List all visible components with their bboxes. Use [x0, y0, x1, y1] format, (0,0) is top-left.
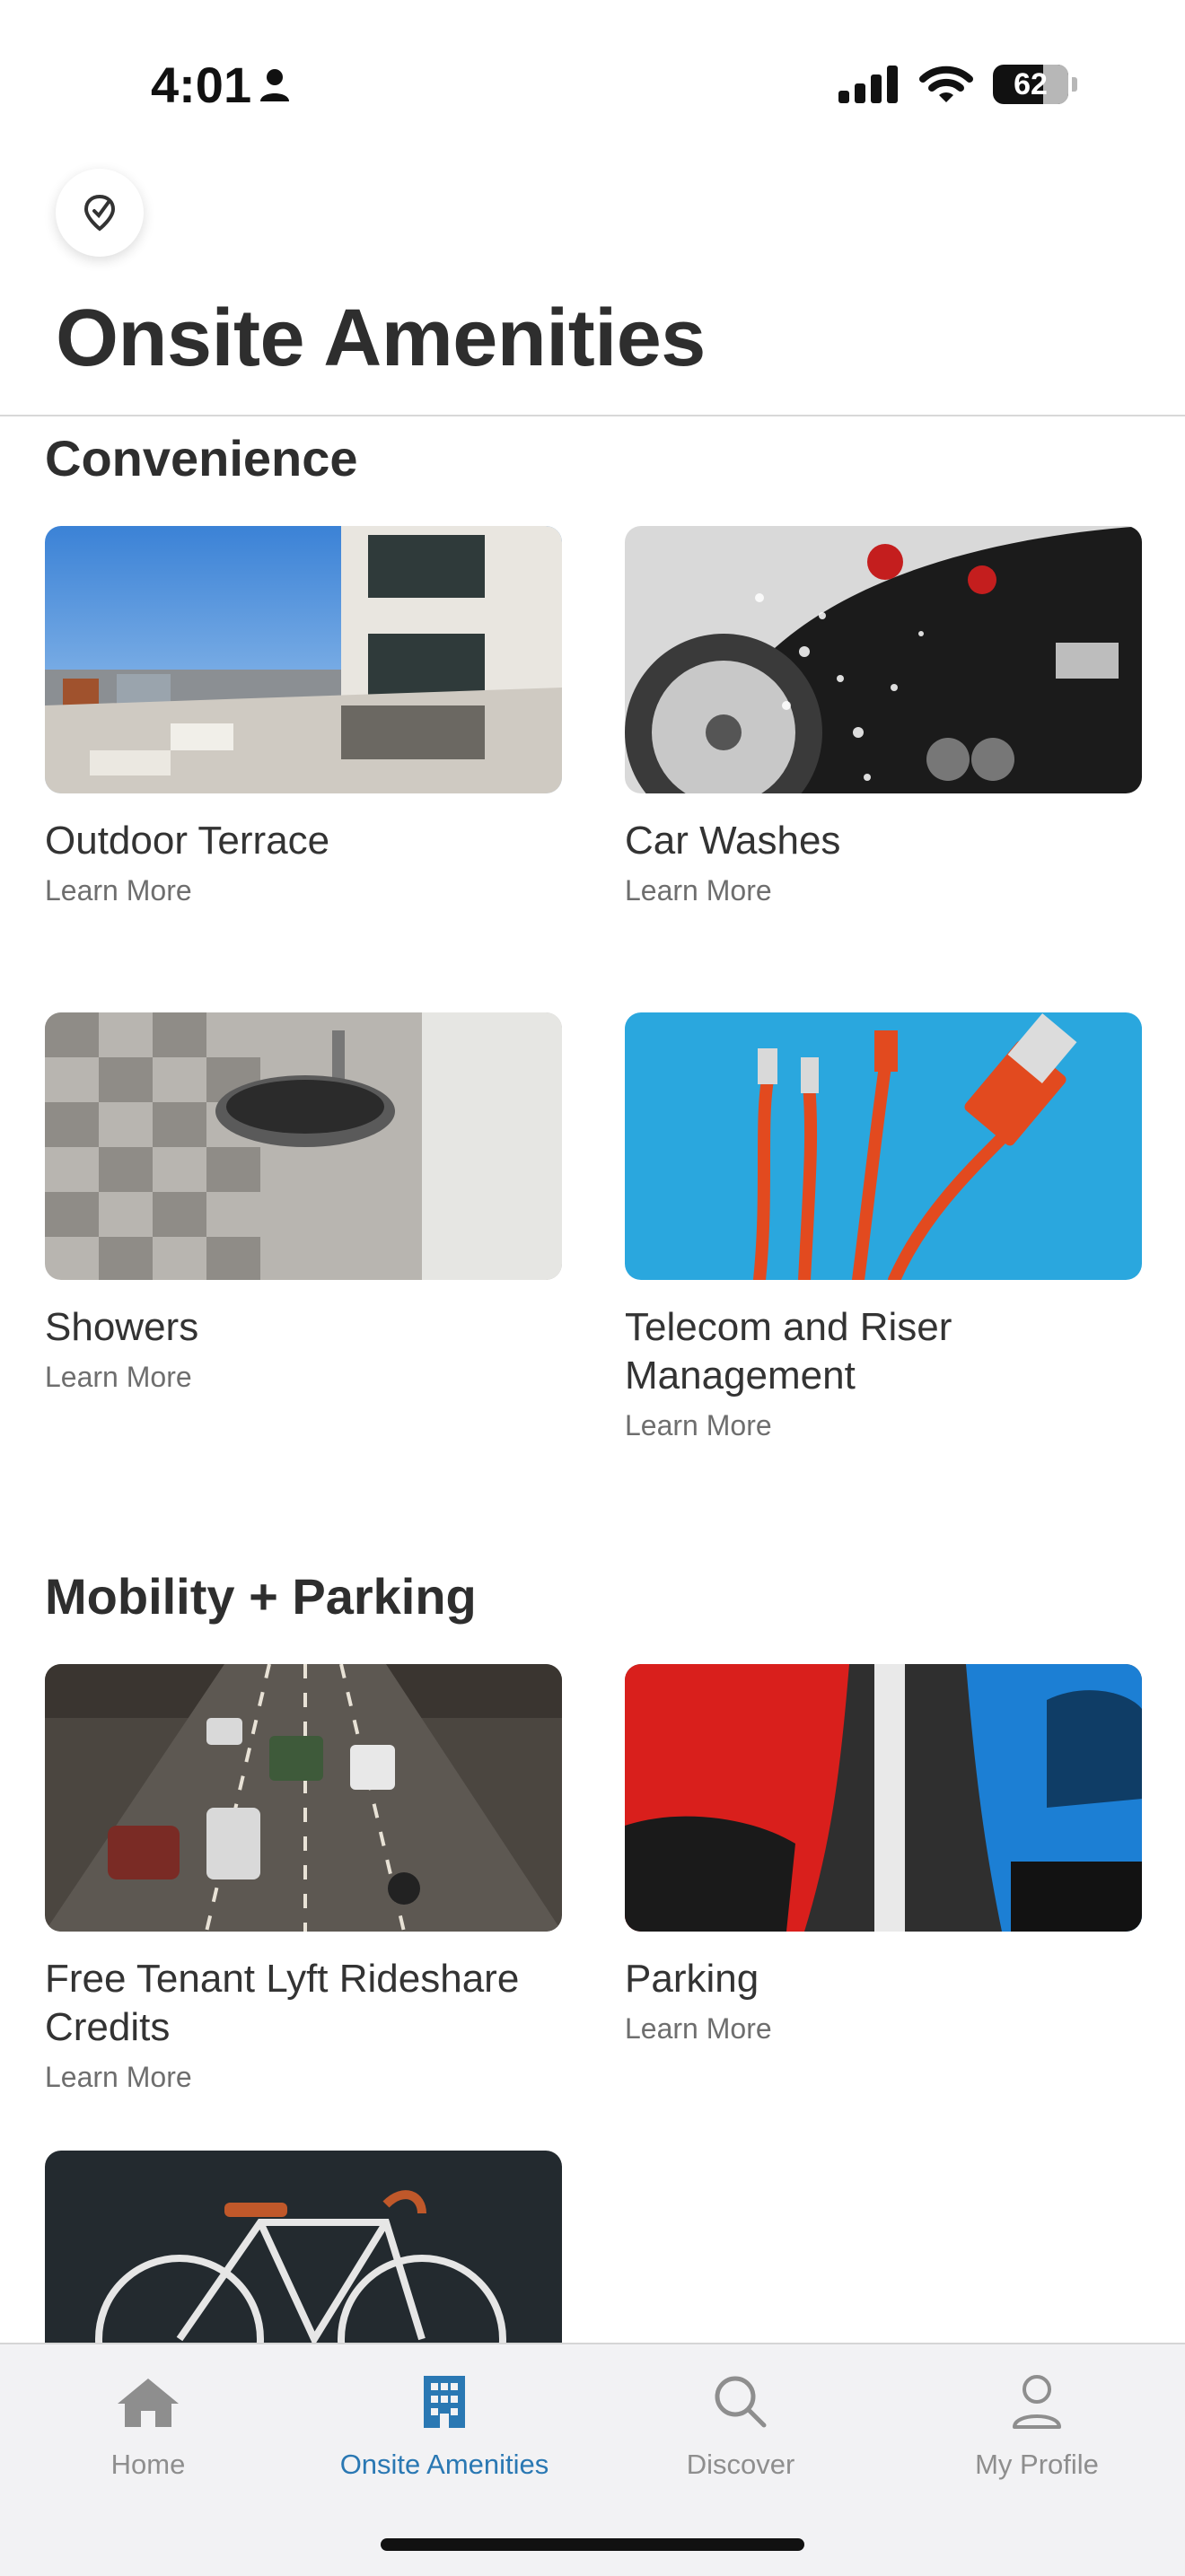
person-icon: [1013, 2375, 1061, 2429]
amenity-name: Car Washes: [625, 819, 841, 863]
bike-image: [45, 2151, 562, 2343]
amenity-name: Telecom and Riser Management: [625, 1305, 952, 1398]
amenity-card-parking[interactable]: Parking Learn More: [625, 1664, 1142, 2046]
cellular-signal-icon: [838, 66, 898, 103]
tab-discover[interactable]: Discover: [592, 2368, 889, 2481]
location-button[interactable]: [56, 169, 144, 257]
showers-image: [45, 1012, 562, 1280]
amenity-card-lyft-credits[interactable]: Free Tenant Lyft Rideshare Credits Learn…: [45, 1664, 562, 2094]
amenity-name: Parking: [625, 1957, 759, 2001]
page-title: Onsite Amenities: [56, 294, 706, 383]
amenity-name: Showers: [45, 1305, 199, 1349]
amenity-name: Outdoor Terrace: [45, 819, 330, 863]
status-indicators: 62: [838, 65, 1077, 104]
person-status-icon: [260, 68, 290, 101]
learn-more-link[interactable]: Learn More: [625, 1409, 1142, 1442]
house-icon: [118, 2379, 179, 2427]
home-indicator: [381, 2538, 804, 2551]
battery-cap: [1072, 77, 1077, 92]
learn-more-link[interactable]: Learn More: [45, 2061, 562, 2094]
amenities-list[interactable]: Convenience Outdoor Terrace Learn More C…: [0, 416, 1185, 2343]
amenity-name: Free Tenant Lyft Rideshare Credits: [45, 1957, 520, 2049]
amenity-card-car-washes[interactable]: Car Washes Learn More: [625, 526, 1142, 907]
battery-icon: 62: [993, 65, 1068, 104]
parking-image: [625, 1664, 1142, 1932]
learn-more-link[interactable]: Learn More: [45, 874, 562, 907]
tab-label: Discover: [686, 2449, 795, 2480]
amenity-card-telecom-riser[interactable]: Telecom and Riser Management Learn More: [625, 1012, 1142, 1442]
tab-label: Onsite Amenities: [339, 2449, 549, 2480]
status-time: 4:01: [151, 56, 291, 114]
status-bar: 4:01 62: [0, 0, 1185, 171]
amenity-card-outdoor-terrace[interactable]: Outdoor Terrace Learn More: [45, 526, 562, 907]
learn-more-link[interactable]: Learn More: [45, 1361, 562, 1394]
tab-label: My Profile: [975, 2449, 1099, 2480]
amenity-card-bike[interactable]: [45, 2151, 562, 2343]
wifi-icon: [919, 66, 973, 102]
outdoor-terrace-image: [45, 526, 562, 793]
battery-level: 62: [1014, 66, 1048, 101]
tab-home[interactable]: Home: [0, 2368, 296, 2481]
tab-label: Home: [110, 2449, 186, 2480]
lyft-credits-image: [45, 1664, 562, 1932]
building-icon: [424, 2376, 465, 2428]
section-title-mobility-parking: Mobility + Parking: [45, 1568, 477, 1625]
tab-my-profile[interactable]: My Profile: [889, 2368, 1185, 2481]
location-pin-icon: [83, 194, 116, 232]
section-title-convenience: Convenience: [45, 430, 358, 486]
amenity-card-showers[interactable]: Showers Learn More: [45, 1012, 562, 1394]
learn-more-link[interactable]: Learn More: [625, 874, 1142, 907]
time-text: 4:01: [151, 57, 252, 113]
learn-more-link[interactable]: Learn More: [625, 2012, 1142, 2046]
search-icon: [715, 2376, 767, 2428]
telecom-image: [625, 1012, 1142, 1280]
car-washes-image: [625, 526, 1142, 793]
tab-onsite-amenities[interactable]: Onsite Amenities: [296, 2368, 592, 2481]
